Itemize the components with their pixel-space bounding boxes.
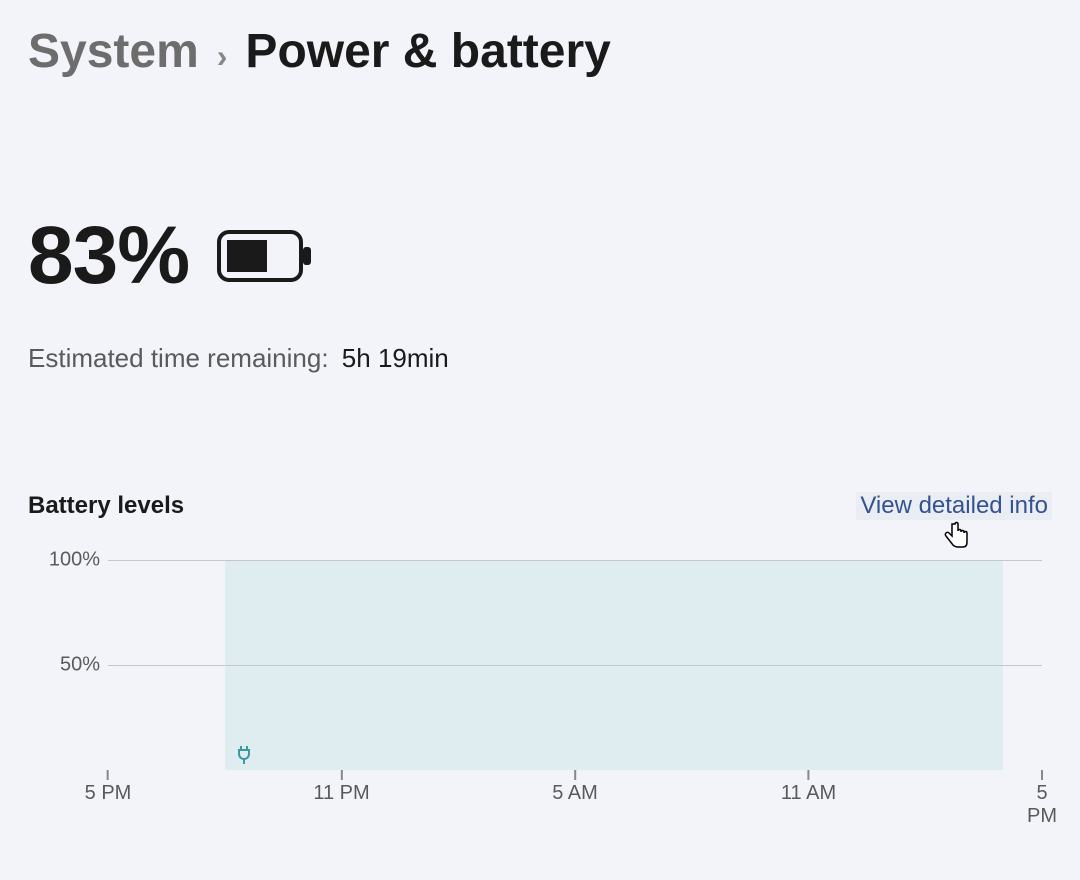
battery-icon xyxy=(217,230,313,282)
battery-summary: 83% xyxy=(28,209,1052,303)
estimated-value: 5h 19min xyxy=(342,343,449,373)
chart-bars xyxy=(108,560,1042,770)
estimated-remaining: Estimated time remaining: 5h 19min xyxy=(28,343,1052,374)
estimated-label: Estimated time remaining: xyxy=(28,343,329,373)
chart-area: 100% 50% 5 PM11 PM5 AM11 AM5 PM xyxy=(28,530,1052,810)
breadcrumb: System › Power & battery xyxy=(28,24,1052,79)
x-axis-tick: 11 AM xyxy=(781,770,836,805)
x-axis-tick: 5 AM xyxy=(552,770,598,805)
x-axis-tick: 11 PM xyxy=(313,770,369,805)
x-axis: 5 PM11 PM5 AM11 AM5 PM xyxy=(108,770,1042,810)
y-axis-label-50: 50% xyxy=(60,654,100,677)
view-detailed-info-link[interactable]: View detailed info xyxy=(856,492,1052,520)
page-title: Power & battery xyxy=(245,24,610,79)
x-axis-tick: 5 PM xyxy=(1027,770,1057,828)
battery-percent: 83% xyxy=(28,209,189,303)
x-axis-tick: 5 PM xyxy=(85,770,132,805)
battery-chart: Battery levels View detailed info 100% 5… xyxy=(28,492,1052,810)
y-axis-label-100: 100% xyxy=(49,549,100,572)
chevron-right-icon: › xyxy=(217,38,228,75)
plug-icon xyxy=(236,746,252,764)
breadcrumb-parent[interactable]: System xyxy=(28,24,199,79)
chart-title: Battery levels xyxy=(28,492,184,520)
